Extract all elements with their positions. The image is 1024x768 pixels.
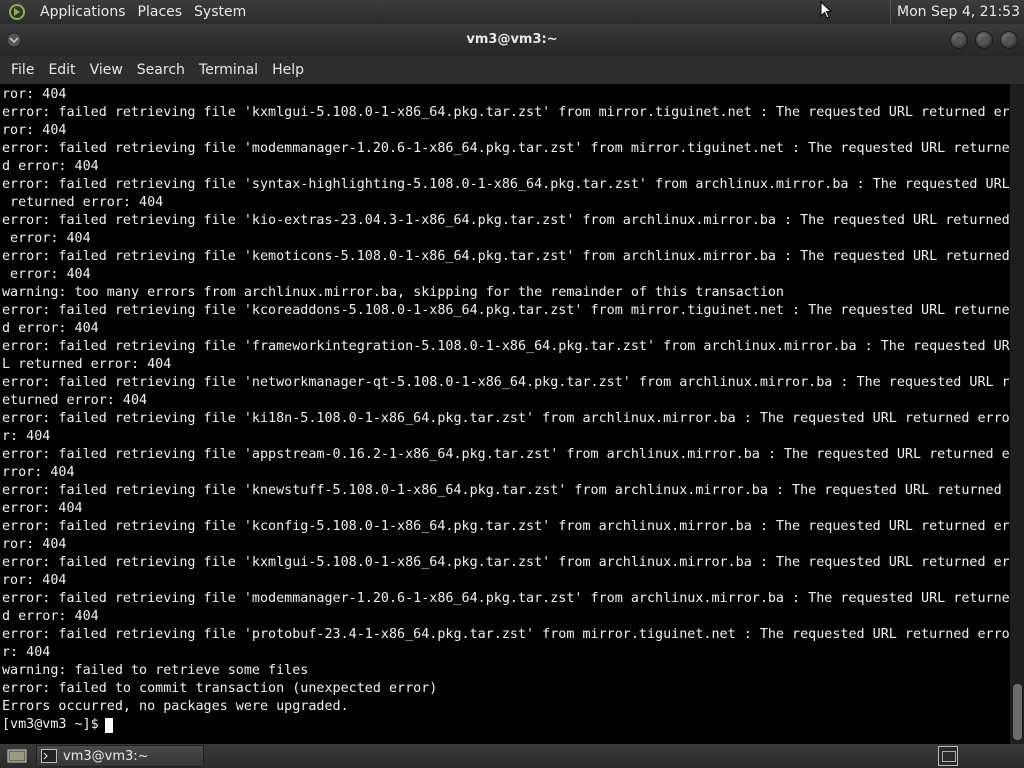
applications-menu[interactable]: Applications [34,0,132,24]
top-panel: Applications Places System Mon Sep 4, 21… [0,0,1024,24]
terminal-line: error: 404 [2,267,91,282]
terminal-line: error: failed retrieving file 'kio-extra… [2,213,1010,228]
terminal-scrollbar[interactable] [1010,84,1024,744]
terminal-line: d error: 404 [2,159,99,174]
terminal-line: ror: 404 [2,87,67,102]
terminal-line: warning: failed to retrieve some files [2,663,309,678]
terminal-line: error: failed retrieving file 'kxmlgui-5… [2,555,1010,570]
terminal-line: error: failed retrieving file 'protobuf-… [2,627,1010,642]
terminal-line: ror: 404 [2,573,67,588]
terminal-line: error: failed retrieving file 'kconfig-5… [2,519,1010,534]
terminal-line: d error: 404 [2,609,99,624]
window-titlebar[interactable]: vm3@vm3:~ [0,24,1024,56]
shell-prompt-line[interactable]: [vm3@vm3 ~]$ [2,716,1010,734]
terminal-line: r: 404 [2,429,51,444]
panel-menu: Applications Places System [34,0,252,24]
clock[interactable]: Mon Sep 4, 21:53 [890,0,1020,24]
terminal-line: error: failed retrieving file 'syntax-hi… [2,177,1010,192]
terminal-line: error: 404 [2,231,91,246]
terminal-line: d error: 404 [2,321,99,336]
scrollbar-thumb[interactable] [1013,684,1022,740]
terminal-line: error: failed retrieving file 'kxmlgui-5… [2,105,1010,120]
terminal-line: error: failed retrieving file 'appstream… [2,447,1010,462]
terminal-line: error: failed to commit transaction (une… [2,681,438,696]
terminal-line: warning: too many errors from archlinux.… [2,285,784,300]
terminal-line: error: failed retrieving file 'modemmana… [2,591,1010,606]
places-menu[interactable]: Places [132,0,189,24]
system-menu[interactable]: System [188,0,252,24]
taskbar-button-label: vm3@vm3:~ [63,748,149,764]
terminal-line: r: 404 [2,645,51,660]
text-cursor [104,717,113,733]
workspace-switcher[interactable] [938,746,958,766]
menu-help[interactable]: Help [265,56,311,84]
minimize-button[interactable] [950,31,968,49]
shell-prompt: [vm3@vm3 ~]$ [2,717,99,732]
terminal-line: ror: 404 [2,123,67,138]
terminal-line: error: failed retrieving file 'framework… [2,339,1010,354]
taskbar-button-terminal[interactable]: vm3@vm3:~ [36,745,204,767]
terminal-line: Errors occurred, no packages were upgrad… [2,699,349,714]
terminal-line: ror: 404 [2,537,67,552]
close-button[interactable] [1000,31,1018,49]
terminal-line: error: 404 [2,501,83,516]
terminal-line: error: failed retrieving file 'modemmana… [2,141,1010,156]
terminal-line: rror: 404 [2,465,75,480]
terminal-line: error: failed retrieving file 'networkma… [2,375,1010,390]
menu-terminal[interactable]: Terminal [192,56,265,84]
bottom-panel: vm3@vm3:~ [0,744,1024,768]
terminal-output[interactable]: ror: 404 error: failed retrieving file '… [0,84,1010,744]
menu-file[interactable]: File [4,56,41,84]
menubar: File Edit View Search Terminal Help [0,56,1024,84]
terminal-line: L returned error: 404 [2,357,172,372]
menu-edit[interactable]: Edit [41,56,82,84]
mouse-pointer-icon [820,1,832,19]
terminal-line: error: failed retrieving file 'kemoticon… [2,249,1010,264]
menu-view[interactable]: View [83,56,130,84]
terminal-icon [41,749,57,763]
maximize-button[interactable] [975,31,993,49]
distro-logo-icon[interactable] [6,1,28,23]
terminal-line: error: failed retrieving file 'ki18n-5.1… [2,411,1010,426]
terminal-line: error: failed retrieving file 'kcoreaddo… [2,303,1010,318]
menu-search[interactable]: Search [130,56,192,84]
show-desktop-icon[interactable] [4,745,30,767]
terminal-line: returned error: 404 [2,195,164,210]
terminal-line: error: failed retrieving file 'knewstuff… [2,483,1002,498]
window-title: vm3@vm3:~ [466,32,558,47]
terminal-line: eturned error: 404 [2,393,148,408]
